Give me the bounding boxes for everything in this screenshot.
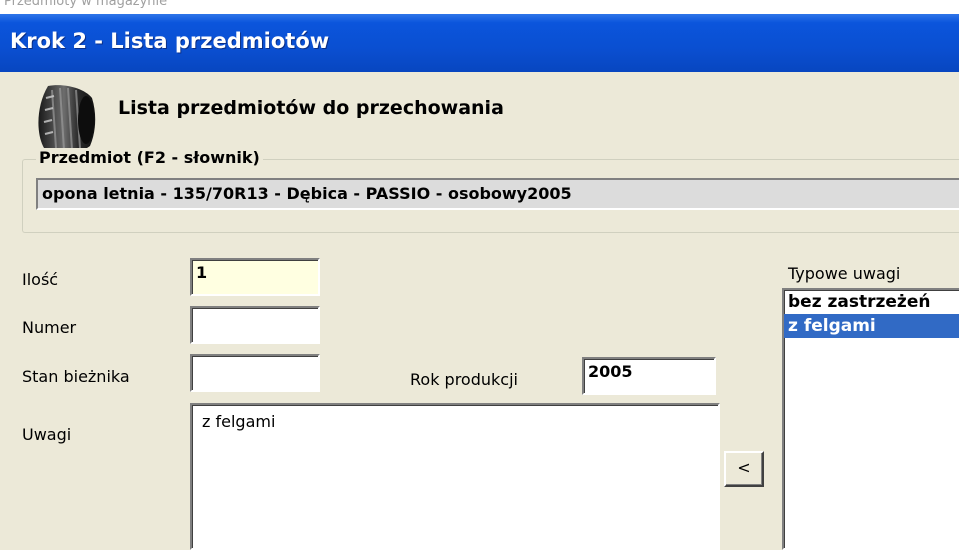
typical-notes-list[interactable]: bez zastrzeżeń z felgami bbox=[782, 288, 959, 550]
number-input[interactable] bbox=[190, 306, 320, 344]
notes-label: Uwagi bbox=[22, 425, 72, 444]
year-input[interactable]: 2005 bbox=[582, 357, 716, 395]
year-label: Rok produkcji bbox=[410, 370, 518, 389]
item-field[interactable]: opona letnia - 135/70R13 - Dębica - PASS… bbox=[36, 178, 959, 210]
window-title: Krok 2 - Lista przedmiotów bbox=[10, 29, 330, 53]
tread-input[interactable] bbox=[190, 354, 320, 392]
number-label: Numer bbox=[22, 318, 77, 337]
typical-notes-label: Typowe uwagi bbox=[788, 264, 901, 283]
list-item[interactable]: bez zastrzeżeń bbox=[784, 290, 959, 314]
section-heading: Lista przedmiotów do przechowania bbox=[118, 97, 504, 119]
title-bar[interactable]: Krok 2 - Lista przedmiotów bbox=[0, 14, 959, 72]
add-note-button[interactable]: < bbox=[724, 451, 764, 487]
background-window-title: Przedmioty w magazynie bbox=[4, 0, 168, 9]
item-group-legend: Przedmiot (F2 - słownik) bbox=[36, 148, 263, 167]
tread-label: Stan bieżnika bbox=[22, 367, 130, 386]
background-window-strip: Przedmioty w magazynie bbox=[0, 0, 959, 14]
tire-icon bbox=[38, 85, 96, 153]
notes-textarea[interactable]: z felgami bbox=[190, 403, 720, 550]
quantity-input[interactable]: 1 bbox=[190, 258, 320, 296]
list-item-selected[interactable]: z felgami bbox=[784, 314, 959, 338]
quantity-label: Ilość bbox=[22, 270, 59, 289]
